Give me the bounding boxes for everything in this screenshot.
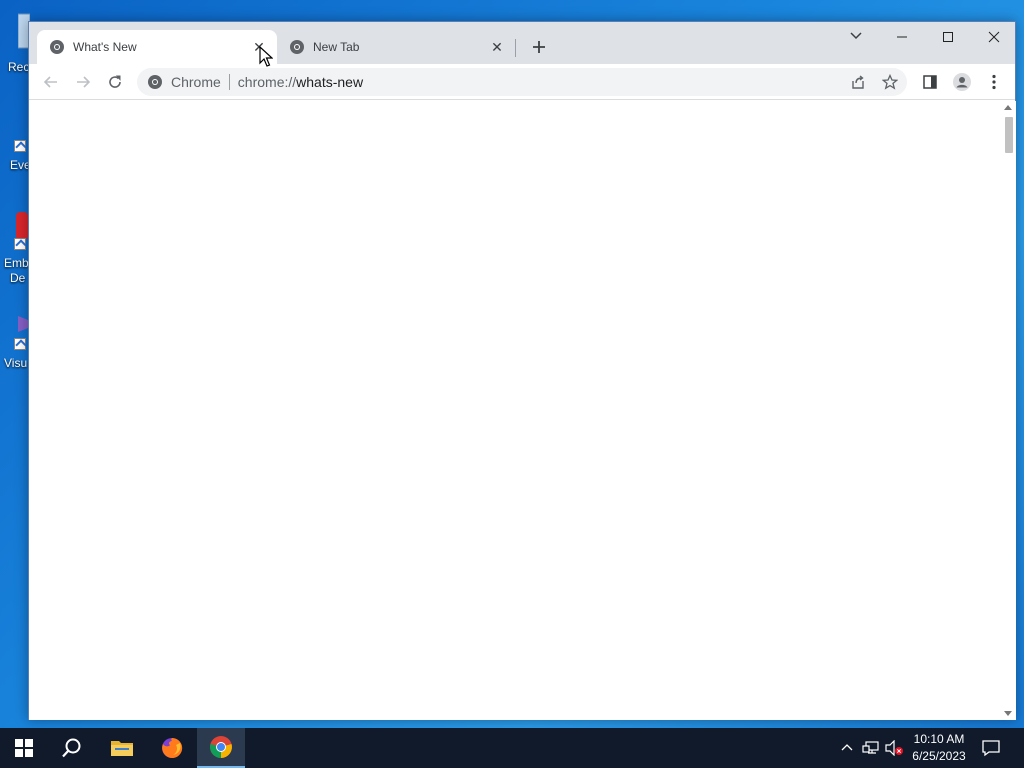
site-chip-label: Chrome (171, 74, 221, 90)
taskbar: 10:10 AM 6/25/2023 (0, 728, 1024, 768)
volume-muted-icon (885, 740, 903, 756)
network-icon (862, 741, 879, 754)
maximize-icon (943, 32, 953, 42)
firefox-button[interactable] (148, 728, 196, 768)
vertical-scrollbar[interactable] (1001, 101, 1016, 720)
tab-separator (515, 39, 516, 57)
new-tab-button[interactable] (528, 36, 550, 58)
forward-button[interactable] (69, 68, 97, 96)
page-content[interactable] (29, 101, 1001, 720)
share-button[interactable] (844, 68, 872, 96)
action-center-button[interactable] (978, 736, 1004, 760)
chrome-icon (210, 736, 232, 758)
mouse-cursor-icon (259, 46, 273, 67)
clock-time: 10:10 AM (913, 732, 965, 746)
start-button[interactable] (0, 728, 48, 768)
tab-new-tab[interactable]: New Tab ✕ (277, 30, 515, 64)
chevron-up-icon (841, 744, 853, 751)
shortcut-arrow-icon (14, 140, 26, 152)
browser-toolbar: Chrome chrome://whats-new (29, 64, 1015, 100)
share-icon (852, 75, 864, 89)
side-panel-icon (923, 75, 937, 89)
taskbar-search-button[interactable] (48, 728, 96, 768)
chrome-window: What's New ✕ New Tab ✕ Chrome chrome://w… (28, 21, 1016, 720)
reload-icon (109, 75, 121, 88)
minimize-button[interactable] (879, 22, 925, 52)
shortcut-arrow-icon (14, 238, 26, 250)
clock-date: 6/25/2023 (912, 749, 966, 763)
chrome-menu-button[interactable] (980, 68, 1008, 96)
arrow-right-icon (77, 76, 91, 88)
chevron-down-icon (850, 32, 862, 40)
url-host: whats-new (296, 74, 364, 90)
close-icon (988, 31, 1000, 43)
scroll-thumb[interactable] (1005, 117, 1013, 153)
minimize-icon (897, 36, 907, 38)
system-clock[interactable]: 10:10 AM 6/25/2023 (908, 731, 970, 765)
chrome-site-icon (148, 75, 162, 89)
url-scheme: chrome:// (237, 74, 297, 90)
tab-whats-new[interactable]: What's New ✕ (37, 30, 277, 64)
embedded-app-icon (16, 212, 28, 240)
maximize-button[interactable] (925, 22, 971, 52)
url-text[interactable]: chrome://whats-new (238, 74, 907, 90)
chrome-favicon-icon (50, 40, 64, 54)
arrow-left-icon (43, 76, 57, 88)
avatar-icon (953, 73, 971, 91)
desktop-icon-label: Rec (8, 60, 30, 74)
show-hidden-icons-button[interactable] (837, 738, 857, 758)
back-button[interactable] (37, 68, 65, 96)
title-bar[interactable]: What's New ✕ New Tab ✕ (29, 22, 1015, 64)
shortcut-arrow-icon (14, 338, 26, 350)
windows-logo-icon (15, 739, 33, 757)
visual-studio-icon (18, 316, 28, 332)
tab-title: What's New (73, 40, 137, 54)
reload-button[interactable] (101, 68, 129, 96)
scroll-up-icon[interactable] (1004, 105, 1012, 110)
profile-button[interactable] (948, 68, 976, 96)
notification-icon (982, 740, 1000, 757)
tab-title: New Tab (313, 40, 360, 54)
bookmark-button[interactable] (876, 68, 904, 96)
file-explorer-button[interactable] (98, 728, 146, 768)
chrome-favicon-icon (290, 40, 304, 54)
desktop-icon-label: Visu (4, 356, 28, 370)
star-icon (882, 74, 898, 90)
omnibox-divider (228, 74, 230, 90)
tab-search-button[interactable] (847, 27, 865, 45)
scroll-down-icon[interactable] (1004, 711, 1012, 716)
firefox-icon (162, 737, 183, 758)
network-button[interactable] (861, 738, 881, 758)
chrome-taskbar-button[interactable] (197, 728, 245, 768)
plus-icon (533, 41, 545, 53)
folder-icon (111, 741, 133, 756)
side-panel-button[interactable] (916, 68, 944, 96)
tab-close-icon[interactable]: ✕ (489, 39, 505, 55)
search-icon (62, 738, 81, 758)
volume-button[interactable] (884, 738, 904, 758)
address-bar[interactable]: Chrome chrome://whats-new (137, 68, 907, 96)
close-window-button[interactable] (971, 22, 1017, 52)
desktop-icon-label: Emb (4, 256, 29, 270)
desktop-icon-label: De (10, 271, 26, 285)
more-vertical-icon (992, 74, 996, 90)
